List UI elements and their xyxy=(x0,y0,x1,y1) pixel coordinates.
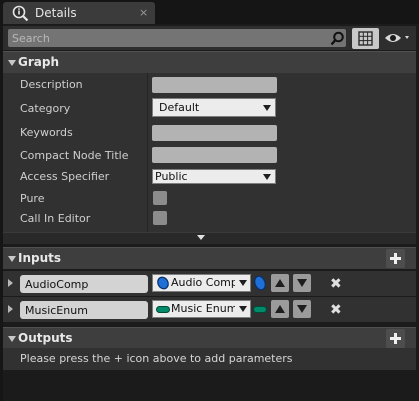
grid-view-icon xyxy=(358,31,373,46)
chevron-down-icon xyxy=(263,174,271,180)
move-down-button[interactable] xyxy=(293,274,311,292)
details-tab[interactable]: Details × xyxy=(3,2,155,24)
inputs-section-header[interactable]: Inputs xyxy=(3,247,416,269)
remove-param-icon[interactable]: ✖ xyxy=(330,302,342,318)
move-up-button[interactable] xyxy=(271,300,289,318)
param-type-value: Audio Component xyxy=(171,276,235,289)
input-param-row: Music Enum ✖ xyxy=(3,297,416,322)
outputs-hint: Please press the + icon above to add par… xyxy=(20,352,293,365)
keywords-field[interactable] xyxy=(152,125,277,141)
section-title: Graph xyxy=(18,55,59,69)
keywords-label: Keywords xyxy=(20,126,73,139)
add-input-button[interactable] xyxy=(386,249,405,268)
tab-bar: Details × xyxy=(0,0,419,24)
search-input[interactable] xyxy=(12,30,312,46)
enum-pin-icon xyxy=(156,306,170,313)
arrow-down-icon xyxy=(297,305,307,313)
object-reference-pin-icon xyxy=(157,276,169,290)
arrow-up-icon xyxy=(275,305,285,313)
move-down-button[interactable] xyxy=(293,300,311,318)
eye-icon xyxy=(385,34,409,42)
container-type-icon[interactable] xyxy=(253,306,267,314)
search-icon[interactable] xyxy=(330,31,345,46)
access-specifier-label: Access Specifier xyxy=(20,170,110,183)
remove-param-icon[interactable]: ✖ xyxy=(330,276,342,292)
advanced-expander[interactable] xyxy=(3,232,416,244)
expand-arrow-icon[interactable] xyxy=(8,279,13,287)
expand-down-icon xyxy=(197,235,205,240)
arrow-down-icon xyxy=(297,279,307,287)
collapse-arrow-icon xyxy=(8,256,16,262)
description-label: Description xyxy=(20,78,83,91)
call-in-editor-label: Call In Editor xyxy=(20,212,91,225)
add-output-button[interactable] xyxy=(386,329,405,348)
pure-checkbox[interactable] xyxy=(153,191,167,205)
graph-section-header[interactable]: Graph xyxy=(3,51,416,73)
section-title: Inputs xyxy=(18,251,62,265)
container-type-icon[interactable] xyxy=(253,275,267,291)
collapse-arrow-icon xyxy=(8,336,16,342)
param-type-dropdown[interactable]: Audio Component xyxy=(152,274,251,292)
param-name-field[interactable] xyxy=(20,275,148,293)
arrow-up-icon xyxy=(275,279,285,287)
section-title: Outputs xyxy=(18,331,73,345)
chevron-down-icon xyxy=(239,306,247,312)
search-row xyxy=(3,26,416,50)
grid-view-button[interactable] xyxy=(352,28,379,49)
category-label: Category xyxy=(20,102,71,115)
category-value: Default xyxy=(159,101,200,114)
tab-close-button[interactable]: × xyxy=(139,6,148,19)
details-info-icon xyxy=(12,5,29,22)
category-dropdown[interactable]: Default xyxy=(152,98,276,117)
access-specifier-value: Public xyxy=(155,170,188,183)
compact-node-title-field[interactable] xyxy=(152,147,277,163)
outputs-body: Please press the + icon above to add par… xyxy=(3,348,416,370)
expand-arrow-icon[interactable] xyxy=(8,305,13,313)
compact-node-title-label: Compact Node Title xyxy=(20,149,129,162)
collapse-arrow-icon xyxy=(8,60,16,66)
access-specifier-dropdown[interactable]: Public xyxy=(152,169,276,184)
view-options-button[interactable] xyxy=(383,29,413,47)
outputs-section-header[interactable]: Outputs xyxy=(3,327,416,349)
call-in-editor-checkbox[interactable] xyxy=(153,211,167,225)
param-type-dropdown[interactable]: Music Enum xyxy=(152,300,251,318)
chevron-down-icon xyxy=(263,105,271,111)
param-type-value: Music Enum xyxy=(171,302,235,315)
description-field[interactable] xyxy=(152,77,277,93)
param-name-field[interactable] xyxy=(20,301,148,319)
tab-title: Details xyxy=(35,6,77,20)
move-up-button[interactable] xyxy=(271,274,289,292)
search-box[interactable] xyxy=(8,29,346,47)
column-divider[interactable] xyxy=(147,73,148,232)
pure-label: Pure xyxy=(20,192,45,205)
chevron-down-icon xyxy=(239,280,247,286)
input-param-row: Audio Component ✖ xyxy=(3,271,416,296)
